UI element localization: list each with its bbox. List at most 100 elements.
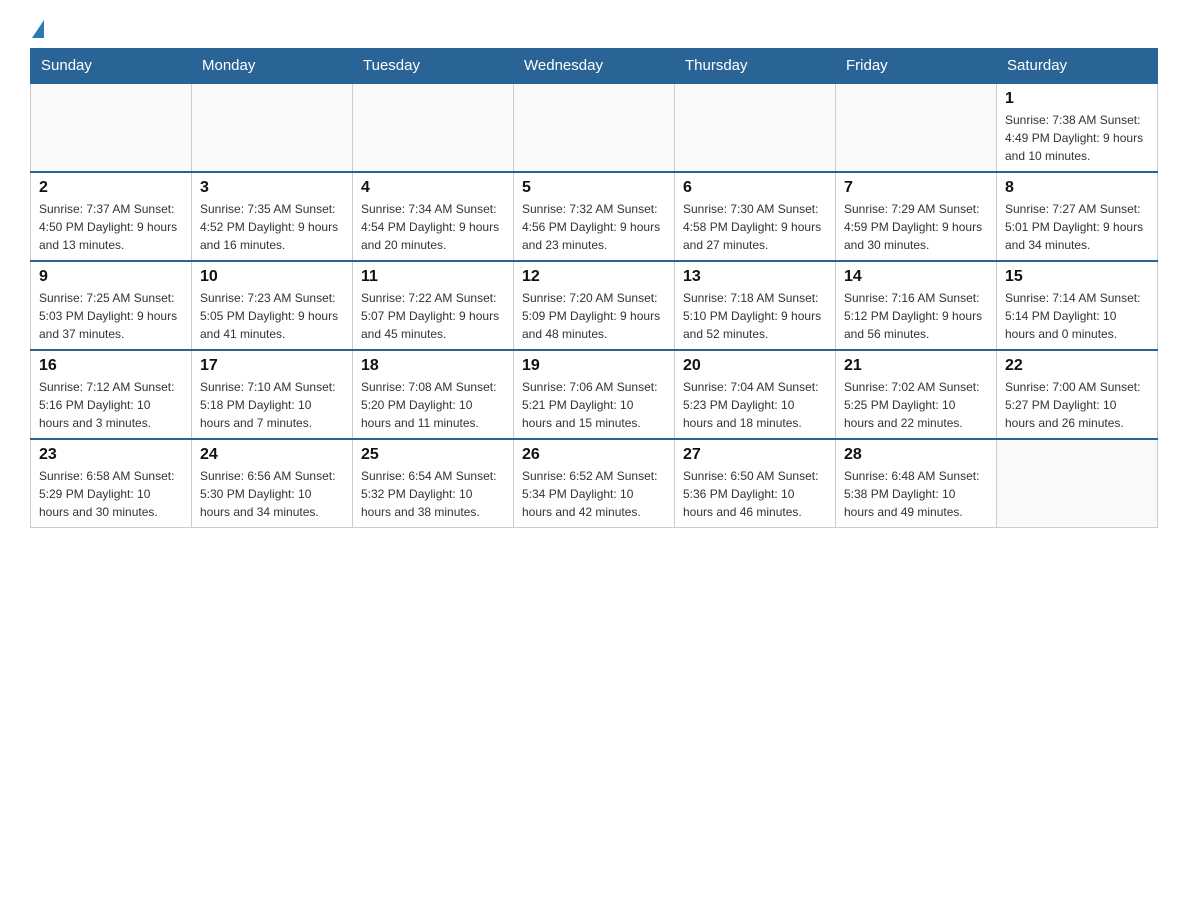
day-info: Sunrise: 7:20 AM Sunset: 5:09 PM Dayligh… — [522, 289, 666, 343]
day-info: Sunrise: 7:38 AM Sunset: 4:49 PM Dayligh… — [1005, 111, 1149, 165]
day-info: Sunrise: 6:54 AM Sunset: 5:32 PM Dayligh… — [361, 467, 505, 521]
day-info: Sunrise: 7:14 AM Sunset: 5:14 PM Dayligh… — [1005, 289, 1149, 343]
day-info: Sunrise: 7:08 AM Sunset: 5:20 PM Dayligh… — [361, 378, 505, 432]
calendar-week-row: 9 Sunrise: 7:25 AM Sunset: 5:03 PM Daylig… — [31, 261, 1158, 350]
day-number: 10 — [200, 268, 344, 286]
calendar-cell: 6 Sunrise: 7:30 AM Sunset: 4:58 PM Daylig… — [675, 172, 836, 261]
day-info: Sunrise: 7:04 AM Sunset: 5:23 PM Dayligh… — [683, 378, 827, 432]
calendar-cell: 11 Sunrise: 7:22 AM Sunset: 5:07 PM Dayli… — [353, 261, 514, 350]
weekday-header: Friday — [836, 49, 997, 84]
day-number: 21 — [844, 357, 988, 375]
day-info: Sunrise: 7:35 AM Sunset: 4:52 PM Dayligh… — [200, 200, 344, 254]
day-info: Sunrise: 7:30 AM Sunset: 4:58 PM Dayligh… — [683, 200, 827, 254]
day-number: 13 — [683, 268, 827, 286]
day-info: Sunrise: 7:06 AM Sunset: 5:21 PM Dayligh… — [522, 378, 666, 432]
page-header — [30, 20, 1158, 38]
calendar-cell: 23 Sunrise: 6:58 AM Sunset: 5:29 PM Dayli… — [31, 439, 192, 528]
day-number: 1 — [1005, 90, 1149, 108]
day-number: 4 — [361, 179, 505, 197]
day-info: Sunrise: 7:18 AM Sunset: 5:10 PM Dayligh… — [683, 289, 827, 343]
day-info: Sunrise: 7:34 AM Sunset: 4:54 PM Dayligh… — [361, 200, 505, 254]
calendar-cell — [514, 83, 675, 172]
calendar-cell — [353, 83, 514, 172]
calendar-cell: 8 Sunrise: 7:27 AM Sunset: 5:01 PM Daylig… — [997, 172, 1158, 261]
calendar-cell: 4 Sunrise: 7:34 AM Sunset: 4:54 PM Daylig… — [353, 172, 514, 261]
calendar-cell: 14 Sunrise: 7:16 AM Sunset: 5:12 PM Dayli… — [836, 261, 997, 350]
day-number: 14 — [844, 268, 988, 286]
day-info: Sunrise: 7:25 AM Sunset: 5:03 PM Dayligh… — [39, 289, 183, 343]
day-info: Sunrise: 6:58 AM Sunset: 5:29 PM Dayligh… — [39, 467, 183, 521]
calendar-week-row: 16 Sunrise: 7:12 AM Sunset: 5:16 PM Dayli… — [31, 350, 1158, 439]
day-info: Sunrise: 7:12 AM Sunset: 5:16 PM Dayligh… — [39, 378, 183, 432]
weekday-header: Saturday — [997, 49, 1158, 84]
calendar-cell: 2 Sunrise: 7:37 AM Sunset: 4:50 PM Daylig… — [31, 172, 192, 261]
logo-arrow-icon — [32, 20, 44, 38]
day-number: 8 — [1005, 179, 1149, 197]
calendar-cell: 13 Sunrise: 7:18 AM Sunset: 5:10 PM Dayli… — [675, 261, 836, 350]
day-info: Sunrise: 7:10 AM Sunset: 5:18 PM Dayligh… — [200, 378, 344, 432]
weekday-header: Tuesday — [353, 49, 514, 84]
day-number: 23 — [39, 446, 183, 464]
calendar-cell: 24 Sunrise: 6:56 AM Sunset: 5:30 PM Dayli… — [192, 439, 353, 528]
day-info: Sunrise: 7:29 AM Sunset: 4:59 PM Dayligh… — [844, 200, 988, 254]
calendar-week-row: 23 Sunrise: 6:58 AM Sunset: 5:29 PM Dayli… — [31, 439, 1158, 528]
calendar-header-row: SundayMondayTuesdayWednesdayThursdayFrid… — [31, 49, 1158, 84]
logo — [30, 20, 44, 38]
day-info: Sunrise: 7:23 AM Sunset: 5:05 PM Dayligh… — [200, 289, 344, 343]
calendar-cell: 5 Sunrise: 7:32 AM Sunset: 4:56 PM Daylig… — [514, 172, 675, 261]
calendar-cell — [997, 439, 1158, 528]
weekday-header: Monday — [192, 49, 353, 84]
day-number: 16 — [39, 357, 183, 375]
day-number: 20 — [683, 357, 827, 375]
calendar-cell: 12 Sunrise: 7:20 AM Sunset: 5:09 PM Dayli… — [514, 261, 675, 350]
calendar-cell — [192, 83, 353, 172]
day-number: 12 — [522, 268, 666, 286]
day-info: Sunrise: 7:02 AM Sunset: 5:25 PM Dayligh… — [844, 378, 988, 432]
calendar-cell: 19 Sunrise: 7:06 AM Sunset: 5:21 PM Dayli… — [514, 350, 675, 439]
calendar-cell — [836, 83, 997, 172]
day-info: Sunrise: 6:52 AM Sunset: 5:34 PM Dayligh… — [522, 467, 666, 521]
day-info: Sunrise: 6:48 AM Sunset: 5:38 PM Dayligh… — [844, 467, 988, 521]
calendar-cell: 15 Sunrise: 7:14 AM Sunset: 5:14 PM Dayli… — [997, 261, 1158, 350]
day-number: 24 — [200, 446, 344, 464]
day-number: 3 — [200, 179, 344, 197]
calendar-cell: 16 Sunrise: 7:12 AM Sunset: 5:16 PM Dayli… — [31, 350, 192, 439]
calendar-cell — [31, 83, 192, 172]
day-info: Sunrise: 7:37 AM Sunset: 4:50 PM Dayligh… — [39, 200, 183, 254]
day-number: 6 — [683, 179, 827, 197]
day-info: Sunrise: 7:32 AM Sunset: 4:56 PM Dayligh… — [522, 200, 666, 254]
day-number: 28 — [844, 446, 988, 464]
calendar-cell: 22 Sunrise: 7:00 AM Sunset: 5:27 PM Dayli… — [997, 350, 1158, 439]
day-number: 18 — [361, 357, 505, 375]
day-number: 11 — [361, 268, 505, 286]
calendar-cell: 9 Sunrise: 7:25 AM Sunset: 5:03 PM Daylig… — [31, 261, 192, 350]
day-info: Sunrise: 7:27 AM Sunset: 5:01 PM Dayligh… — [1005, 200, 1149, 254]
calendar-cell: 1 Sunrise: 7:38 AM Sunset: 4:49 PM Daylig… — [997, 83, 1158, 172]
calendar-table: SundayMondayTuesdayWednesdayThursdayFrid… — [30, 48, 1158, 528]
day-number: 2 — [39, 179, 183, 197]
weekday-header: Sunday — [31, 49, 192, 84]
calendar-cell: 3 Sunrise: 7:35 AM Sunset: 4:52 PM Daylig… — [192, 172, 353, 261]
day-number: 26 — [522, 446, 666, 464]
calendar-cell: 20 Sunrise: 7:04 AM Sunset: 5:23 PM Dayli… — [675, 350, 836, 439]
calendar-cell — [675, 83, 836, 172]
weekday-header: Thursday — [675, 49, 836, 84]
day-info: Sunrise: 6:50 AM Sunset: 5:36 PM Dayligh… — [683, 467, 827, 521]
calendar-cell: 17Sunrise: 7:10 AM Sunset: 5:18 PM Dayli… — [192, 350, 353, 439]
day-info: Sunrise: 7:00 AM Sunset: 5:27 PM Dayligh… — [1005, 378, 1149, 432]
calendar-cell: 18 Sunrise: 7:08 AM Sunset: 5:20 PM Dayli… — [353, 350, 514, 439]
day-number: 22 — [1005, 357, 1149, 375]
day-number: 19 — [522, 357, 666, 375]
day-info: Sunrise: 7:16 AM Sunset: 5:12 PM Dayligh… — [844, 289, 988, 343]
day-number: 27 — [683, 446, 827, 464]
calendar-week-row: 1 Sunrise: 7:38 AM Sunset: 4:49 PM Daylig… — [31, 83, 1158, 172]
day-number: 5 — [522, 179, 666, 197]
day-number: 9 — [39, 268, 183, 286]
calendar-cell: 10 Sunrise: 7:23 AM Sunset: 5:05 PM Dayli… — [192, 261, 353, 350]
day-info: Sunrise: 6:56 AM Sunset: 5:30 PM Dayligh… — [200, 467, 344, 521]
day-number: 15 — [1005, 268, 1149, 286]
calendar-cell: 26 Sunrise: 6:52 AM Sunset: 5:34 PM Dayli… — [514, 439, 675, 528]
day-info: Sunrise: 7:22 AM Sunset: 5:07 PM Dayligh… — [361, 289, 505, 343]
calendar-cell: 21 Sunrise: 7:02 AM Sunset: 5:25 PM Dayli… — [836, 350, 997, 439]
calendar-week-row: 2 Sunrise: 7:37 AM Sunset: 4:50 PM Daylig… — [31, 172, 1158, 261]
